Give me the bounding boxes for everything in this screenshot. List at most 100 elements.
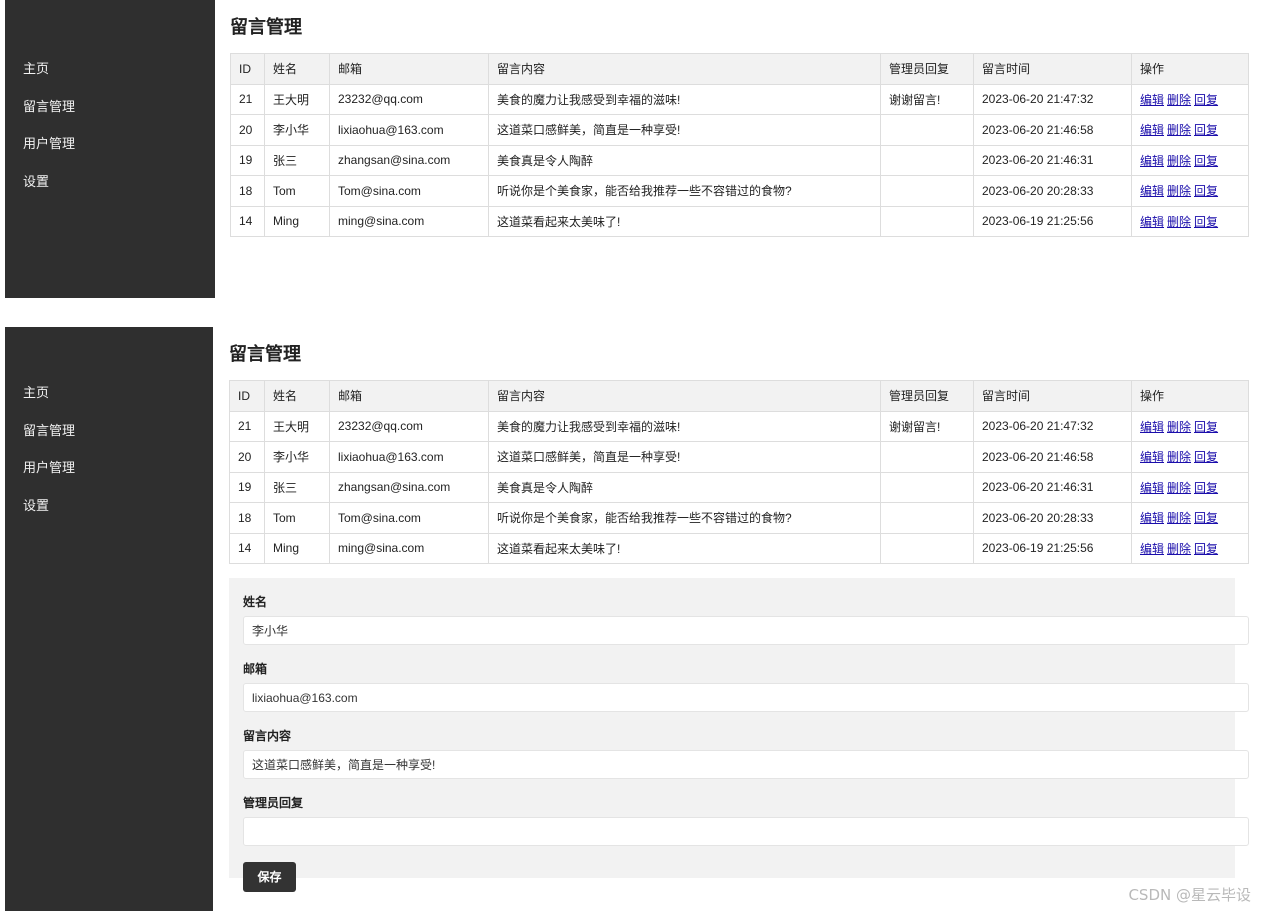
name-input[interactable] (243, 616, 1249, 645)
cell-name: Ming (264, 205, 330, 237)
cell-reply (880, 441, 974, 473)
cell-actions: 编辑 删除 回复 (1131, 532, 1249, 564)
sidebar-menu: 主页 留言管理 用户管理 设置 (23, 384, 75, 534)
edit-link[interactable]: 编辑 (1140, 542, 1164, 556)
col-header-reply: 管理员回复 (880, 380, 974, 412)
email-input[interactable] (243, 683, 1249, 712)
delete-link[interactable]: 删除 (1167, 420, 1191, 434)
delete-link[interactable]: 删除 (1167, 184, 1191, 198)
reply-link[interactable]: 回复 (1194, 154, 1218, 168)
col-header-time: 留言时间 (973, 53, 1132, 85)
reply-link[interactable]: 回复 (1194, 420, 1218, 434)
cell-id: 21 (229, 410, 265, 442)
edit-link[interactable]: 编辑 (1140, 420, 1164, 434)
delete-link[interactable]: 删除 (1167, 450, 1191, 464)
table-row: 14 Ming ming@sina.com 这道菜看起来太美味了! 2023-0… (229, 532, 1249, 564)
cell-reply (880, 502, 974, 534)
edit-link[interactable]: 编辑 (1140, 154, 1164, 168)
cell-email: zhangsan@sina.com (329, 471, 489, 503)
col-header-id: ID (230, 53, 265, 85)
cell-content: 听说你是个美食家，能否给我推荐一些不容错过的食物? (488, 502, 881, 534)
reply-link[interactable]: 回复 (1194, 542, 1218, 556)
edit-link[interactable]: 编辑 (1140, 123, 1164, 137)
edit-link[interactable]: 编辑 (1140, 511, 1164, 525)
sidebar-item-users[interactable]: 用户管理 (23, 459, 75, 497)
delete-link[interactable]: 删除 (1167, 123, 1191, 137)
delete-link[interactable]: 删除 (1167, 511, 1191, 525)
email-label: 邮箱 (243, 662, 268, 676)
col-header-reply: 管理员回复 (880, 53, 974, 85)
cell-id: 20 (230, 114, 265, 146)
reply-link[interactable]: 回复 (1194, 123, 1218, 137)
screenshot-top: 主页 留言管理 用户管理 设置 留言管理 ID 姓名 邮箱 留言内容 管理员回复… (0, 0, 1265, 298)
cell-time: 2023-06-19 21:25:56 (973, 532, 1132, 564)
table-row: 20 李小华 lixiaohua@163.com 这道菜口感鲜美，简直是一种享受… (229, 441, 1249, 473)
sidebar-item-home[interactable]: 主页 (23, 60, 75, 98)
sidebar-item-messages[interactable]: 留言管理 (23, 98, 75, 136)
col-header-name: 姓名 (264, 380, 330, 412)
edit-link[interactable]: 编辑 (1140, 450, 1164, 464)
cell-name: 张三 (264, 471, 330, 503)
cell-reply: 谢谢留言! (880, 83, 974, 115)
sidebar-menu: 主页 留言管理 用户管理 设置 (23, 60, 75, 210)
col-header-time: 留言时间 (973, 380, 1132, 412)
cell-reply: 谢谢留言! (880, 410, 974, 442)
sidebar-item-home[interactable]: 主页 (23, 384, 75, 422)
reply-link[interactable]: 回复 (1194, 481, 1218, 495)
main-content: 留言管理 ID 姓名 邮箱 留言内容 管理员回复 留言时间 操作 21 王大明 … (229, 341, 1249, 892)
messages-table: ID 姓名 邮箱 留言内容 管理员回复 留言时间 操作 21 王大明 23232… (230, 53, 1249, 237)
cell-reply (880, 114, 974, 146)
cell-time: 2023-06-20 20:28:33 (973, 502, 1132, 534)
col-header-id: ID (229, 380, 265, 412)
edit-link[interactable]: 编辑 (1140, 481, 1164, 495)
cell-time: 2023-06-19 21:25:56 (973, 205, 1132, 237)
table-row: 21 王大明 23232@qq.com 美食的魔力让我感受到幸福的滋味! 谢谢留… (229, 410, 1249, 442)
cell-id: 21 (230, 83, 265, 115)
sidebar-item-messages[interactable]: 留言管理 (23, 422, 75, 460)
cell-time: 2023-06-20 21:47:32 (973, 83, 1132, 115)
reply-link[interactable]: 回复 (1194, 215, 1218, 229)
cell-time: 2023-06-20 21:46:58 (973, 114, 1132, 146)
delete-link[interactable]: 删除 (1167, 154, 1191, 168)
col-header-name: 姓名 (264, 53, 330, 85)
delete-link[interactable]: 删除 (1167, 93, 1191, 107)
page-title: 留言管理 (230, 17, 302, 38)
sidebar-item-settings[interactable]: 设置 (23, 173, 75, 211)
sidebar-item-users[interactable]: 用户管理 (23, 135, 75, 173)
delete-link[interactable]: 删除 (1167, 481, 1191, 495)
edit-link[interactable]: 编辑 (1140, 93, 1164, 107)
cell-email: Tom@sina.com (329, 502, 489, 534)
col-header-content: 留言内容 (488, 53, 881, 85)
table-row: 21 王大明 23232@qq.com 美食的魔力让我感受到幸福的滋味! 谢谢留… (230, 83, 1249, 115)
cell-reply (880, 471, 974, 503)
page-title: 留言管理 (229, 344, 301, 365)
messages-table: ID 姓名 邮箱 留言内容 管理员回复 留言时间 操作 21 王大明 23232… (229, 380, 1249, 564)
cell-time: 2023-06-20 20:28:33 (973, 175, 1132, 207)
cell-actions: 编辑 删除 回复 (1131, 502, 1249, 534)
cell-name: Tom (264, 502, 330, 534)
edit-link[interactable]: 编辑 (1140, 215, 1164, 229)
reply-link[interactable]: 回复 (1194, 184, 1218, 198)
screenshot-bottom: 主页 留言管理 用户管理 设置 留言管理 ID 姓名 邮箱 留言内容 管理员回复… (0, 327, 1265, 911)
main-content: 留言管理 ID 姓名 邮箱 留言内容 管理员回复 留言时间 操作 21 王大明 … (230, 14, 1249, 237)
cell-content: 美食的魔力让我感受到幸福的滋味! (488, 83, 881, 115)
sidebar: 主页 留言管理 用户管理 设置 (5, 327, 213, 911)
cell-content: 这道菜看起来太美味了! (488, 532, 881, 564)
reply-link[interactable]: 回复 (1194, 511, 1218, 525)
sidebar-item-settings[interactable]: 设置 (23, 497, 75, 535)
delete-link[interactable]: 删除 (1167, 542, 1191, 556)
cell-email: Tom@sina.com (329, 175, 489, 207)
cell-email: ming@sina.com (329, 532, 489, 564)
delete-link[interactable]: 删除 (1167, 215, 1191, 229)
cell-name: 王大明 (264, 410, 330, 442)
reply-link[interactable]: 回复 (1194, 93, 1218, 107)
content-input[interactable] (243, 750, 1249, 779)
cell-actions: 编辑 删除 回复 (1131, 441, 1249, 473)
cell-actions: 编辑 删除 回复 (1131, 471, 1249, 503)
save-button[interactable]: 保存 (243, 862, 296, 892)
reply-link[interactable]: 回复 (1194, 450, 1218, 464)
cell-content: 听说你是个美食家，能否给我推荐一些不容错过的食物? (488, 175, 881, 207)
col-header-email: 邮箱 (329, 53, 489, 85)
reply-input[interactable] (243, 817, 1249, 846)
edit-link[interactable]: 编辑 (1140, 184, 1164, 198)
